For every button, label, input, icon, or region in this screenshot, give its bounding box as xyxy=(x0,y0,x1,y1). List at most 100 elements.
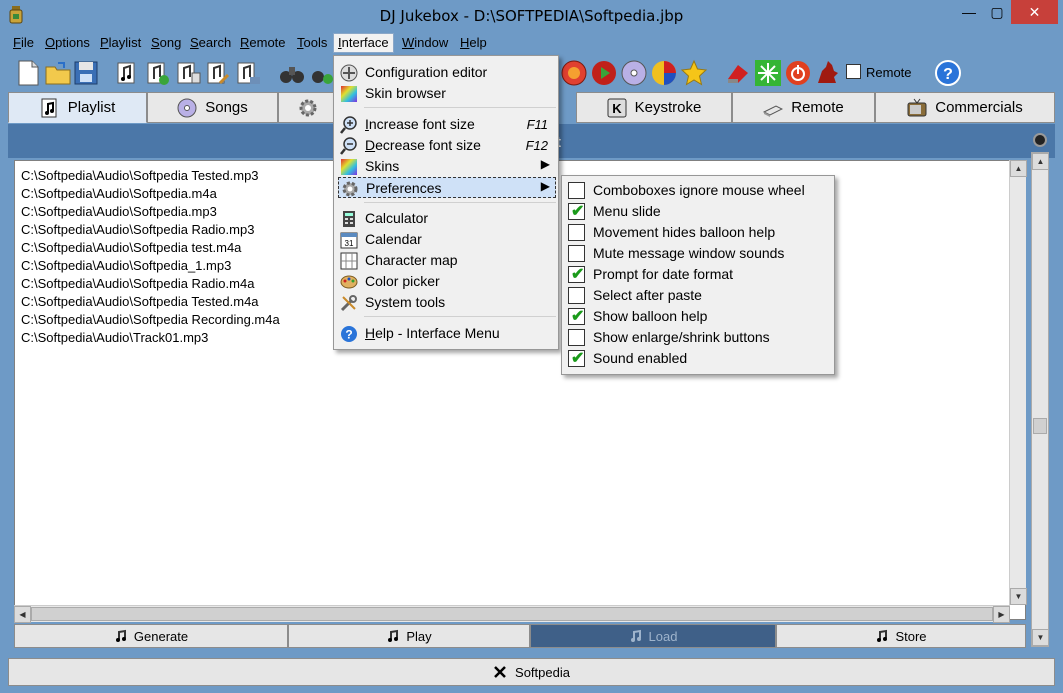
tab-settings[interactable] xyxy=(278,92,338,123)
list-horizontal-scrollbar[interactable]: ◀ ▶ xyxy=(14,605,1010,623)
menu-item-configuration-editor[interactable]: Configuration editor xyxy=(334,62,558,83)
list-item[interactable]: C:\Softpedia\Audio\Softpedia Recording.m… xyxy=(21,312,280,327)
list-item[interactable]: C:\Softpedia\Audio\Softpedia Radio.m4a xyxy=(21,276,254,291)
menu-item-preferences[interactable]: Preferences ▶ xyxy=(338,177,556,198)
menu-search[interactable]: Search xyxy=(190,35,231,50)
star-icon[interactable] xyxy=(680,59,708,87)
pref-show-enlarge-shrink-buttons[interactable]: Show enlarge/shrink buttons xyxy=(562,327,834,348)
find-next-icon[interactable] xyxy=(308,59,336,87)
eject-icon[interactable] xyxy=(1033,133,1047,147)
close-window-button[interactable]: ✕ xyxy=(1011,0,1058,24)
binoculars-icon[interactable] xyxy=(278,59,306,87)
play-red-icon[interactable] xyxy=(590,59,618,87)
list-item[interactable]: C:\Softpedia\Audio\Softpedia.mp3 xyxy=(21,204,217,219)
help-icon[interactable]: ? xyxy=(934,59,962,87)
open-folder-icon[interactable] xyxy=(44,59,72,87)
pref-prompt-for-date-format[interactable]: ✔ Prompt for date format xyxy=(562,264,834,285)
song-insert-icon[interactable] xyxy=(144,59,172,87)
pref-comboboxes-ignore-mouse-wheel[interactable]: Comboboxes ignore mouse wheel xyxy=(562,180,834,201)
remote-device-icon xyxy=(763,104,784,117)
menu-item-character-map[interactable]: Character map xyxy=(334,250,558,271)
minimize-button[interactable]: — xyxy=(955,0,983,24)
pie-chart-icon[interactable] xyxy=(650,59,678,87)
pref-sound-enabled[interactable]: ✔ Sound enabled xyxy=(562,348,834,369)
pref-movement-hides-balloon-help[interactable]: Movement hides balloon help xyxy=(562,222,834,243)
tab-remote[interactable]: Remote xyxy=(732,92,875,123)
list-item[interactable]: C:\Softpedia\Audio\Softpedia test.m4a xyxy=(21,240,241,255)
remote-checkbox[interactable] xyxy=(846,64,861,79)
menu-item-system-tools[interactable]: System tools xyxy=(334,292,558,313)
menu-item-decrease-font-size[interactable]: Decrease font size F12 xyxy=(334,135,558,156)
scroll-down-icon[interactable]: ▼ xyxy=(1010,588,1027,605)
checkbox-unchecked[interactable] xyxy=(568,245,585,262)
menu-tools[interactable]: Tools xyxy=(297,35,327,50)
scroll-up-icon[interactable]: ▲ xyxy=(1010,160,1027,177)
tab-songs[interactable]: Songs xyxy=(147,92,278,123)
menu-item-color-picker[interactable]: Color picker xyxy=(334,271,558,292)
menu-help[interactable]: Help xyxy=(460,35,487,50)
rooster-icon[interactable] xyxy=(814,59,842,87)
list-item[interactable]: C:\Softpedia\Audio\Softpedia Tested.m4a xyxy=(21,294,259,309)
scroll-down-icon[interactable]: ▼ xyxy=(1032,629,1049,646)
scroll-left-icon[interactable]: ◀ xyxy=(14,606,31,623)
pref-show-balloon-help[interactable]: ✔ Show balloon help xyxy=(562,306,834,327)
new-file-icon[interactable] xyxy=(14,59,42,87)
menu-item-increase-font-size[interactable]: Increase font size F11 xyxy=(334,114,558,135)
song-export-icon[interactable] xyxy=(234,59,262,87)
generate-button[interactable]: Generate xyxy=(14,624,288,648)
save-icon[interactable] xyxy=(72,59,100,87)
list-item[interactable]: C:\Softpedia\Audio\Softpedia Radio.mp3 xyxy=(21,222,254,237)
svg-text:K: K xyxy=(612,101,622,116)
load-button[interactable]: Load xyxy=(530,624,776,648)
menu-item-calendar[interactable]: 31 Calendar xyxy=(334,229,558,250)
list-item[interactable]: C:\Softpedia\Audio\Softpedia.m4a xyxy=(21,186,217,201)
checkbox-checked[interactable]: ✔ xyxy=(568,203,585,220)
scroll-right-icon[interactable]: ▶ xyxy=(993,606,1010,623)
menu-window[interactable]: Window xyxy=(402,35,448,50)
song-edit-icon[interactable] xyxy=(204,59,232,87)
cd-icon[interactable] xyxy=(620,59,648,87)
checkbox-unchecked[interactable] xyxy=(568,329,585,346)
calculator-icon xyxy=(343,211,355,227)
store-button[interactable]: Store xyxy=(776,624,1026,648)
maximize-button[interactable]: ▢ xyxy=(983,0,1011,24)
tab-playlist[interactable]: Playlist xyxy=(8,92,147,123)
list-vertical-scrollbar[interactable]: ▲ ▼ xyxy=(1009,160,1027,605)
pref-select-after-paste[interactable]: Select after paste xyxy=(562,285,834,306)
eraser-icon[interactable] xyxy=(724,59,752,87)
starburst-icon[interactable] xyxy=(754,59,782,87)
menu-options[interactable]: Options xyxy=(45,35,90,50)
tab-commercials[interactable]: Commercials xyxy=(875,92,1055,123)
power-icon[interactable] xyxy=(784,59,812,87)
panel-vertical-scrollbar[interactable]: ▲ ▼ xyxy=(1031,152,1049,647)
menu-item-skins[interactable]: Skins ▶ xyxy=(334,156,558,177)
song-list-icon[interactable] xyxy=(174,59,202,87)
record-icon[interactable] xyxy=(560,59,588,87)
menu-file[interactable]: File xyxy=(13,35,34,50)
pref-mute-message-window-sounds[interactable]: Mute message window sounds xyxy=(562,243,834,264)
tab-keystroke[interactable]: K Keystroke xyxy=(576,92,732,123)
play-button[interactable]: Play xyxy=(288,624,530,648)
status-bar[interactable]: Softpedia xyxy=(8,658,1055,686)
list-item[interactable]: C:\Softpedia\Audio\Softpedia_1.mp3 xyxy=(21,258,231,273)
menu-remote[interactable]: Remote xyxy=(240,35,286,50)
list-item[interactable]: C:\Softpedia\Audio\Softpedia Tested.mp3 xyxy=(21,168,259,183)
menu-interface[interactable]: Interface xyxy=(333,33,394,53)
menu-song[interactable]: Song xyxy=(151,35,181,50)
pref-menu-slide[interactable]: ✔ Menu slide xyxy=(562,201,834,222)
checkbox-unchecked[interactable] xyxy=(568,287,585,304)
list-item[interactable]: C:\Softpedia\Audio\Track01.mp3 xyxy=(21,330,208,345)
scroll-up-icon[interactable]: ▲ xyxy=(1032,153,1049,170)
menu-playlist[interactable]: Playlist xyxy=(100,35,141,50)
song-add-icon[interactable] xyxy=(114,59,142,87)
checkbox-unchecked[interactable] xyxy=(568,182,585,199)
menu-item-help-interface[interactable]: ? Help - Interface Menu xyxy=(334,323,558,344)
checkbox-unchecked[interactable] xyxy=(568,224,585,241)
menu-item-calculator[interactable]: Calculator xyxy=(334,208,558,229)
checkbox-checked[interactable]: ✔ xyxy=(568,350,585,367)
checkbox-checked[interactable]: ✔ xyxy=(568,308,585,325)
scroll-thumb[interactable] xyxy=(31,607,993,621)
checkbox-checked[interactable]: ✔ xyxy=(568,266,585,283)
menu-item-skin-browser[interactable]: Skin browser xyxy=(334,83,558,104)
scroll-thumb[interactable] xyxy=(1033,418,1047,434)
